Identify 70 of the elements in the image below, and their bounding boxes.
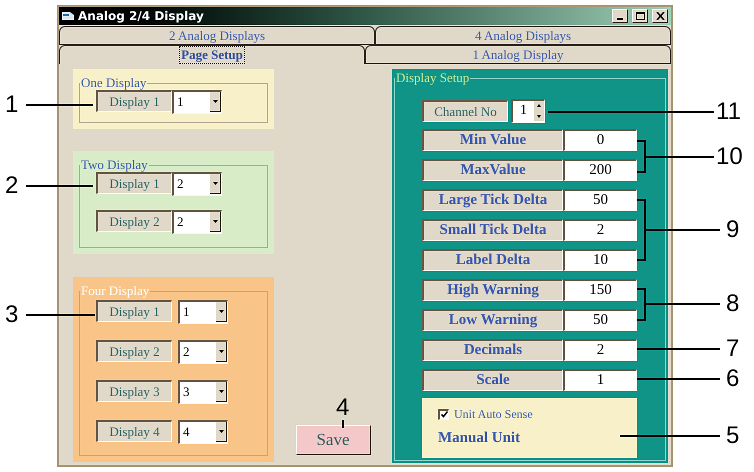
dropdown[interactable]: 1 — [178, 300, 228, 324]
callout-number: 8 — [726, 292, 740, 316]
field-label: MaxValue — [422, 159, 563, 181]
dropdown[interactable]: 2 — [172, 172, 222, 196]
spin-up-icon[interactable] — [534, 101, 544, 111]
close-button[interactable] — [652, 9, 668, 23]
callout-number: 6 — [726, 367, 740, 391]
field-label: Scale — [422, 369, 563, 391]
display-label: Display 1 — [96, 90, 172, 112]
channel-label: Channel No — [422, 100, 508, 122]
leader-line — [26, 314, 95, 316]
manual-unit-label: Manual Unit — [438, 429, 522, 448]
leader-line — [26, 104, 93, 106]
tab[interactable]: 2 Analog Displays — [59, 26, 375, 45]
display-label: Display 1 — [96, 172, 172, 194]
value-field[interactable]: 200 — [563, 159, 637, 181]
dropdown[interactable]: 3 — [178, 380, 228, 404]
value-field[interactable]: 2 — [563, 339, 637, 361]
save-button[interactable]: Save — [296, 425, 370, 455]
dropdown[interactable]: 2 — [172, 210, 222, 234]
dropdown[interactable]: 2 — [178, 340, 228, 364]
checkbox-label: Unit Auto Sense — [454, 406, 533, 423]
dropdown[interactable]: 4 — [178, 420, 228, 444]
value-field[interactable]: 50 — [563, 309, 637, 331]
display-label: Display 1 — [96, 300, 172, 322]
group-title: Two Display — [80, 158, 149, 172]
group-title: Four Display — [80, 284, 150, 298]
callout-number: 11 — [716, 100, 741, 124]
display-label: Display 3 — [96, 380, 172, 402]
value-field[interactable]: 0 — [563, 129, 637, 151]
field-label: Decimals — [422, 339, 563, 361]
field-label: Min Value — [422, 129, 563, 151]
field-label: High Warning — [422, 279, 563, 301]
window-icon — [62, 11, 74, 21]
tab[interactable]: Page Setup — [59, 45, 365, 64]
field-label: Large Tick Delta — [422, 189, 563, 211]
panel-title: Display Setup — [395, 71, 470, 85]
minimize-button[interactable] — [612, 9, 628, 23]
leader-line — [26, 185, 93, 187]
dropdown[interactable]: 1 — [172, 90, 222, 114]
field-label: Low Warning — [422, 309, 563, 331]
window-title: Analog 2/4 Display — [78, 8, 205, 25]
maximize-button[interactable] — [632, 9, 648, 23]
close-icon — [656, 12, 664, 20]
callout-number: 9 — [726, 218, 740, 242]
display-label: Display 2 — [96, 340, 172, 362]
callout-number: 2 — [5, 174, 18, 198]
callout-number: 7 — [726, 337, 740, 361]
callout-number: 4 — [336, 396, 350, 420]
callout-number: 1 — [5, 93, 18, 117]
checkbox[interactable] — [438, 408, 449, 420]
leader-line — [342, 420, 344, 428]
callout-number: 10 — [716, 145, 743, 169]
field-label: Small Tick Delta — [422, 219, 563, 241]
callout-number: 5 — [726, 424, 740, 448]
display-label: Display 4 — [96, 420, 172, 442]
display-label: Display 2 — [96, 210, 172, 232]
value-field[interactable]: 10 — [563, 249, 637, 271]
maximize-icon — [636, 12, 644, 20]
channel-spinner[interactable]: 1 — [511, 99, 545, 123]
spin-down-icon[interactable] — [534, 111, 544, 121]
tab[interactable]: 1 Analog Display — [365, 45, 671, 64]
value-field[interactable]: 2 — [563, 219, 637, 241]
value-field[interactable]: 50 — [563, 189, 637, 211]
callout-number: 3 — [5, 303, 18, 327]
tab[interactable]: 4 Analog Displays — [375, 26, 671, 45]
field-label: Label Delta — [422, 249, 563, 271]
value-field[interactable]: 150 — [563, 279, 637, 301]
group-title: One Display — [80, 76, 148, 90]
value-field[interactable]: 1 — [563, 369, 637, 391]
